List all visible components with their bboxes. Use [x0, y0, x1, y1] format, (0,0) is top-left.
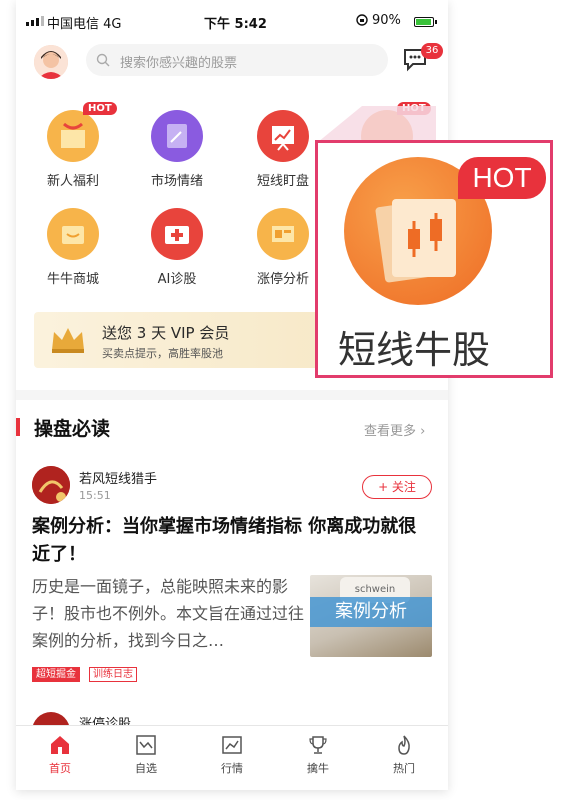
zoom-callout: HOT 短线牛股	[315, 140, 553, 378]
see-more-link[interactable]: 查看更多 ›	[364, 420, 425, 439]
bottom-tab-bar: 首页 自选 行情 擒牛 热门	[16, 725, 448, 790]
hot-badge: HOT	[458, 157, 546, 199]
home-icon	[51, 736, 69, 754]
status-time: 下午 5:42	[204, 17, 267, 32]
gift-icon: HOT	[47, 102, 117, 162]
article-tag[interactable]: 超短掘金	[32, 667, 80, 682]
signal-icon	[26, 16, 44, 26]
presentation-icon	[257, 110, 309, 162]
grid-item-label: 短线盯盘	[256, 174, 309, 189]
shopping-bag-icon	[47, 208, 99, 260]
board-icon	[257, 208, 309, 260]
rotation-lock-icon	[356, 14, 368, 30]
section-title: 操盘必读	[34, 418, 111, 440]
grid-item-label: 新人福利	[46, 174, 99, 189]
receipt-icon	[151, 110, 203, 162]
article-thumbnail[interactable]: schwein 案例分析	[310, 575, 432, 657]
search-input[interactable]: 搜索你感兴趣的股票	[86, 44, 388, 76]
grid-item-label: 涨停分析	[256, 272, 309, 287]
author-avatar[interactable]	[32, 466, 70, 504]
grid-item-market-sentiment[interactable]: 市场情绪	[136, 110, 218, 189]
vip-title: 送您 3 天 VIP 会员	[102, 324, 230, 342]
battery-icon	[414, 17, 437, 27]
avatar[interactable]	[34, 45, 68, 79]
tab-watchlist[interactable]: 自选	[116, 734, 176, 776]
star-chart-icon	[136, 735, 156, 755]
thumbnail-label: 案例分析	[310, 597, 432, 627]
vip-banner[interactable]: 送您 3 天 VIP 会员 买卖点提示，高胜率股池	[34, 312, 334, 368]
grid-item-label: 牛牛商城	[46, 272, 99, 287]
search-placeholder: 搜索你感兴趣的股票	[120, 56, 238, 71]
battery-percent: 90%	[372, 13, 401, 28]
grid-item-label: AI诊股	[157, 272, 197, 287]
grid-item-label: 市场情绪	[150, 174, 203, 189]
message-count-badge: 36	[421, 43, 443, 59]
zoom-connector	[318, 106, 436, 142]
section-divider	[16, 390, 448, 400]
status-bar: 中国电信 4G 下午 5:42 90%	[16, 10, 448, 34]
section-accent-bar	[16, 418, 20, 436]
grid-item-newbie-welfare[interactable]: HOT 新人福利	[32, 102, 117, 189]
grid-item-short-watch[interactable]: 短线盯盘	[242, 110, 324, 189]
carrier-label: 中国电信 4G	[47, 17, 122, 32]
grid-item-niuniu-mall[interactable]: 牛牛商城	[32, 208, 114, 287]
vip-subtitle: 买卖点提示，高胜率股池	[102, 347, 223, 360]
medical-kit-icon	[151, 208, 203, 260]
tab-catch-bull[interactable]: 擒牛	[288, 734, 348, 776]
grid-item-ai-diagnosis[interactable]: AI诊股	[136, 208, 218, 287]
search-icon	[96, 52, 110, 71]
trophy-icon	[309, 736, 327, 754]
tab-hot[interactable]: 热门	[374, 734, 434, 776]
crown-icon	[50, 326, 86, 358]
article-excerpt[interactable]: 历史是一面镜子，总能映照未来的影子！股市也不例外。本文旨在通过过往案例的分析，找…	[32, 573, 304, 654]
tab-home[interactable]: 首页	[30, 734, 90, 776]
market-icon	[222, 736, 242, 754]
follow-button[interactable]: + 关注	[362, 475, 432, 499]
grid-item-limit-up-analysis[interactable]: 涨停分析	[242, 208, 324, 287]
article-title[interactable]: 案例分析：当你掌握市场情绪指标 你离成功就很近了！	[32, 513, 432, 569]
article-tag[interactable]: 训练日志	[89, 667, 137, 682]
tab-market[interactable]: 行情	[202, 734, 262, 776]
chevron-right-icon: ›	[420, 424, 426, 439]
post-time: 15:51	[79, 489, 111, 502]
flame-icon	[398, 735, 410, 755]
hot-badge: HOT	[83, 102, 117, 115]
zoom-label: 短线牛股	[338, 328, 491, 372]
author-name[interactable]: 若风短线猎手	[79, 468, 157, 487]
